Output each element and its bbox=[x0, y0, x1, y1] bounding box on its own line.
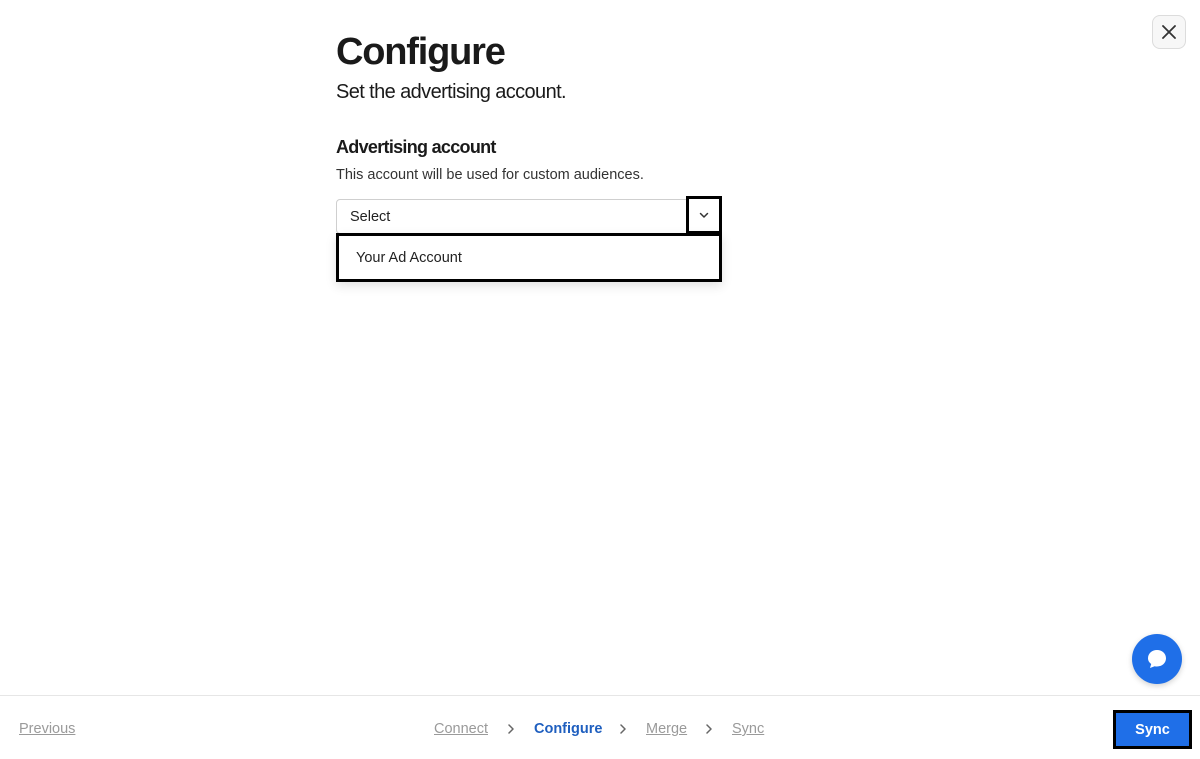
step-sync[interactable]: Sync bbox=[732, 721, 764, 737]
close-icon bbox=[1162, 25, 1176, 39]
chevron-right-icon bbox=[620, 724, 626, 734]
step-separator bbox=[506, 723, 516, 735]
dropdown-option-ad-account[interactable]: Your Ad Account bbox=[356, 250, 462, 266]
step-connect[interactable]: Connect bbox=[434, 721, 488, 737]
close-button[interactable] bbox=[1152, 15, 1186, 49]
chevron-right-icon bbox=[508, 724, 514, 734]
page-title: Configure bbox=[336, 31, 506, 73]
chevron-right-icon bbox=[706, 724, 712, 734]
wizard-footer: Previous Connect Configure Merge Sync Sy… bbox=[0, 695, 1200, 759]
select-value: Select bbox=[350, 209, 391, 225]
select-dropdown: Your Ad Account bbox=[336, 233, 722, 282]
page-subtitle: Set the advertising account. bbox=[336, 81, 567, 103]
step-separator bbox=[704, 723, 714, 735]
step-separator bbox=[618, 723, 628, 735]
step-configure: Configure bbox=[534, 721, 603, 737]
section-description: This account will be used for custom aud… bbox=[336, 167, 644, 183]
select-toggle-button[interactable] bbox=[686, 196, 722, 234]
configure-content: Configure Set the advertising account. A… bbox=[336, 30, 736, 185]
previous-link[interactable]: Previous bbox=[19, 721, 75, 737]
advertising-account-select[interactable]: Select bbox=[336, 199, 722, 234]
step-merge[interactable]: Merge bbox=[646, 721, 687, 737]
chat-button[interactable] bbox=[1132, 634, 1182, 684]
chevron-down-icon bbox=[699, 212, 709, 218]
chat-bubble-icon bbox=[1148, 650, 1166, 668]
sync-button[interactable]: Sync bbox=[1113, 710, 1192, 749]
configure-page: Configure Set the advertising account. A… bbox=[0, 0, 1200, 759]
section-title: Advertising account bbox=[336, 137, 496, 157]
